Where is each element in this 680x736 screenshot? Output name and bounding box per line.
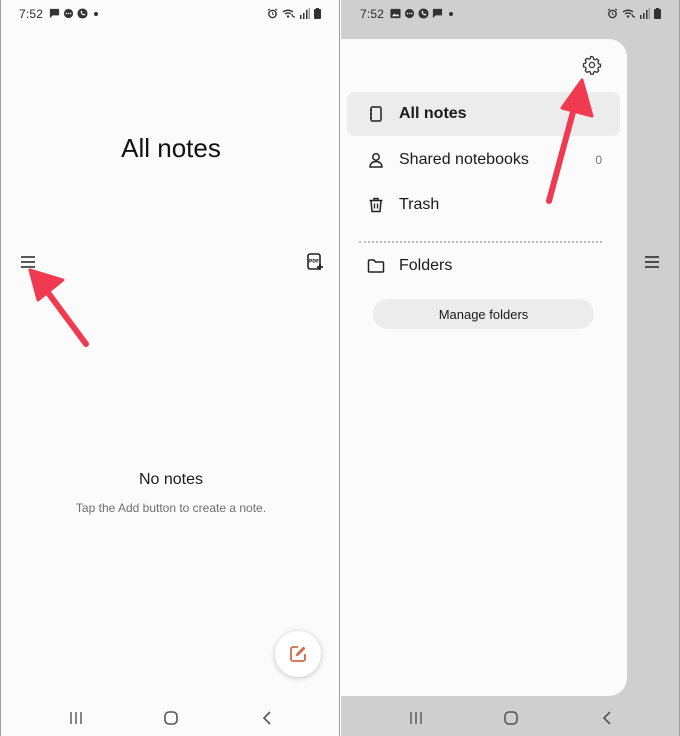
menu-button[interactable] (16, 250, 40, 274)
recents-icon (70, 712, 82, 724)
drawer-item-label: Folders (399, 257, 453, 274)
person-icon (369, 153, 383, 168)
back-icon (602, 711, 611, 725)
settings-button[interactable] (582, 55, 602, 75)
chat-bubble-icon (63, 8, 74, 19)
status-time: 7:52 (19, 7, 44, 21)
notification-dot-icon (94, 11, 98, 16)
notebook-icon (370, 106, 382, 122)
recents-button[interactable] (67, 709, 85, 727)
status-bar: 7:52 (341, 0, 679, 28)
menu-button[interactable] (640, 250, 664, 274)
home-icon (504, 711, 518, 725)
compose-icon (290, 646, 306, 662)
hamburger-icon (21, 256, 35, 268)
chat-bubble-icon (404, 8, 415, 19)
battery-icon (314, 8, 321, 19)
drawer-item-shared-notebooks[interactable]: Shared notebooks 0 (347, 138, 620, 182)
signal-icon (640, 8, 650, 19)
drawer-item-all-notes[interactable]: All notes (347, 92, 620, 136)
recents-button[interactable] (407, 709, 425, 727)
navigation-drawer: All notes Shared notebooks 0 Trash Folde… (341, 39, 627, 696)
drawer-item-label: Shared notebooks (399, 151, 529, 168)
manage-folders-button[interactable]: Manage folders (373, 299, 594, 329)
import-pdf-button[interactable]: PDF (303, 250, 327, 274)
notes-screen-left: 7:52 All notes PDF No notes Tap the Add … (0, 0, 340, 736)
home-button[interactable] (502, 709, 520, 727)
drawer-divider (359, 241, 602, 243)
home-button[interactable] (162, 709, 180, 727)
drawer-item-folders[interactable]: Folders (347, 244, 620, 288)
alarm-icon (267, 8, 278, 19)
gear-icon (582, 55, 602, 75)
message-icon (432, 8, 443, 19)
back-button[interactable] (258, 709, 276, 727)
shared-count-badge: 0 (595, 153, 602, 167)
drawer-item-label: All notes (399, 105, 467, 122)
notification-dot-icon (449, 11, 453, 16)
annotation-arrow-icon (28, 268, 89, 347)
back-button[interactable] (598, 709, 616, 727)
phone-call-icon (77, 8, 88, 19)
trash-icon (369, 197, 383, 213)
battery-icon (654, 8, 661, 19)
hamburger-icon (645, 256, 659, 268)
navigation-bar (1, 700, 339, 736)
back-icon (262, 711, 271, 725)
drawer-item-label: Trash (399, 196, 440, 213)
pdf-add-icon: PDF (307, 253, 323, 270)
svg-text:PDF: PDF (309, 259, 319, 265)
drawer-item-trash[interactable]: Trash (347, 183, 620, 227)
empty-state-title: No notes (138, 471, 204, 488)
phone-call-icon (418, 8, 429, 19)
page-title: All notes (121, 133, 221, 163)
recents-icon (410, 712, 422, 724)
message-icon (49, 8, 60, 19)
add-note-button[interactable] (275, 631, 321, 677)
home-icon (164, 711, 178, 725)
status-time: 7:52 (360, 7, 385, 21)
empty-state-subtitle: Tap the Add button to create a note. (75, 501, 267, 515)
navigation-bar (341, 700, 679, 736)
gallery-icon (390, 8, 401, 19)
wifi-call-icon (622, 9, 636, 18)
wifi-call-icon (282, 9, 296, 18)
status-bar: 7:52 (1, 0, 339, 28)
signal-icon (300, 8, 310, 19)
folder-icon (367, 259, 385, 273)
alarm-icon (607, 8, 618, 19)
notes-screen-right: 7:52 All notes Shared notebooks 0 Trash … (341, 0, 680, 736)
